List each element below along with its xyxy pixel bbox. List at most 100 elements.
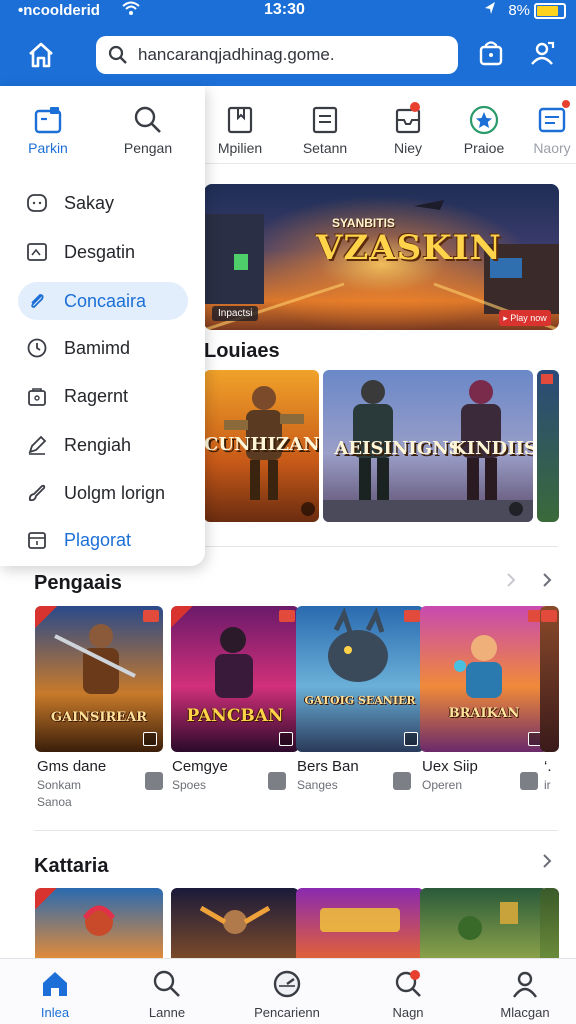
- nav-item-home[interactable]: Inlea: [0, 959, 110, 1024]
- pen-icon: [28, 435, 47, 455]
- dropdown-item-label: Uolgm lorign: [64, 483, 166, 503]
- chevron-right-icon[interactable]: [540, 573, 554, 587]
- dropdown-item-desgatin[interactable]: Desgatin: [18, 233, 188, 271]
- section-title: Kattaria: [34, 855, 109, 877]
- search-icon: [153, 970, 180, 997]
- search-input[interactable]: [138, 42, 438, 68]
- download-button[interactable]: [145, 772, 163, 790]
- dropdown-tab-label: Pengan: [123, 140, 173, 156]
- game-tile[interactable]: PANCBAN: [171, 606, 299, 752]
- hero-title: VZASKIN: [316, 228, 502, 268]
- nav-label: Mlacgan: [500, 1005, 550, 1020]
- game-tile[interactable]: [171, 888, 299, 958]
- info-icon: [509, 502, 523, 516]
- game-art: [328, 607, 388, 682]
- game-genre: ir: [544, 778, 551, 792]
- age-rating-icon: [404, 732, 418, 746]
- dropdown-item-rengiah[interactable]: Rengiah: [18, 426, 188, 464]
- dropdown-item-label: Bamimd: [64, 338, 131, 358]
- category-tab-mpilien[interactable]: Mpilien: [200, 86, 280, 164]
- user-icon: [531, 41, 555, 65]
- game-tile[interactable]: [540, 606, 559, 752]
- dropdown-item-bamimd[interactable]: Bamimd: [18, 329, 188, 367]
- battery-icon: [534, 3, 566, 19]
- bottom-navigation: Inlea Lanne Pencarienn Nagn Mlacgan: [0, 958, 576, 1024]
- game-meta: Bers Ban Sanges: [297, 758, 427, 792]
- home-button[interactable]: [24, 38, 58, 72]
- download-button[interactable]: [268, 772, 286, 790]
- info-icon: [301, 502, 315, 516]
- game-meta: Cemgye Spoes: [172, 758, 302, 792]
- wallet-icon: [34, 107, 62, 134]
- dropdown-item-label: Desgatin: [64, 242, 136, 262]
- dropdown-item-label: Sakay: [64, 193, 115, 213]
- game-art: [454, 635, 502, 698]
- search-icon: [134, 106, 161, 133]
- category-tab-setann[interactable]: Setann: [285, 86, 365, 164]
- game-subgenre: Sanoa: [37, 795, 72, 809]
- account-button[interactable]: [528, 38, 558, 68]
- category-tab-naory[interactable]: Naory: [512, 86, 576, 164]
- clock: 13:30: [264, 1, 305, 18]
- category-tab-niey[interactable]: Niey: [368, 86, 448, 164]
- category-label: Naory: [533, 140, 571, 156]
- nav-label: Nagn: [392, 1005, 424, 1020]
- dropdown-tab-pengan[interactable]: Pengan: [108, 86, 188, 164]
- app-header: •ncoolderid 13:30 8%: [0, 0, 576, 86]
- calendar-icon: [28, 532, 46, 549]
- dropdown-item-label: Concaaira: [64, 291, 147, 311]
- game-name: ‘.: [544, 758, 552, 775]
- dropdown-item-uolgm-lorign[interactable]: Uolgm lorign: [18, 474, 188, 512]
- dropdown-tabs: Parkin Pengan: [0, 86, 205, 166]
- category-label: Mpilien: [217, 140, 263, 156]
- game-tile[interactable]: GAINSIREAR: [35, 606, 163, 752]
- status-bar: •ncoolderid 13:30 8%: [0, 0, 576, 24]
- game-tile[interactable]: BRAIKAN: [420, 606, 548, 752]
- game-logo-text: GATOIG SEANIER: [304, 694, 416, 707]
- hero-banner[interactable]: SYANBITIS VZASKIN Inpactsi ▸ Play now: [204, 184, 559, 330]
- section-title: Pengaais: [34, 572, 122, 594]
- download-button[interactable]: [393, 772, 411, 790]
- bag-icon: [479, 41, 503, 66]
- category-label: Setann: [302, 140, 348, 156]
- dropdown-item-label: Ragernt: [64, 386, 129, 406]
- chevron-right-icon[interactable]: [504, 573, 518, 587]
- search-bar[interactable]: [96, 36, 458, 74]
- featured-card[interactable]: AEISINIGNS KINDIIS: [323, 370, 533, 522]
- dropdown-tab-parkin[interactable]: Parkin: [8, 86, 88, 164]
- dropdown-item-ragernt[interactable]: Ragernt: [18, 377, 188, 415]
- game-logo-text: GAINSIREAR: [50, 710, 148, 725]
- nav-item-gauge[interactable]: Pencarienn: [232, 959, 342, 1024]
- dropdown-item-sakay[interactable]: Sakay: [18, 184, 188, 222]
- dropdown-item-concaaira[interactable]: Concaaira: [18, 282, 188, 320]
- chat-icon: [538, 107, 566, 133]
- download-button[interactable]: [520, 772, 538, 790]
- battery-percent: 8%: [508, 2, 530, 19]
- rating-badge: [541, 610, 557, 622]
- category-dropdown: Parkin Pengan Sakay Desgatin Concaaira B…: [0, 86, 205, 566]
- game-art: [199, 905, 271, 934]
- age-rating-icon: [279, 732, 293, 746]
- game-tile[interactable]: [35, 888, 163, 958]
- ribbon-badge: [171, 606, 193, 628]
- chevron-right-icon[interactable]: [540, 854, 554, 868]
- hero-play-button[interactable]: ▸ Play now: [499, 310, 551, 326]
- game-meta: ‘. ir: [544, 758, 564, 792]
- game-tile[interactable]: [420, 888, 548, 958]
- age-rating-icon: [143, 732, 157, 746]
- nav-item-search[interactable]: Lanne: [112, 959, 222, 1024]
- category-label: Niey: [393, 140, 422, 156]
- cart-button[interactable]: [476, 38, 506, 68]
- nav-item-profile[interactable]: Mlacgan: [470, 959, 576, 1024]
- dropdown-item-plagorat[interactable]: Plagorat: [18, 521, 188, 559]
- dropdown-tab-label: Parkin: [28, 140, 68, 156]
- battery-level: [537, 6, 558, 16]
- featured-card[interactable]: CUNHIZAN: [204, 370, 319, 522]
- game-tile[interactable]: GATOIG SEANIER: [296, 606, 424, 752]
- featured-card[interactable]: [537, 370, 559, 522]
- featured-card-name: CUNHIZAN: [204, 434, 319, 455]
- nav-item-notifications[interactable]: Nagn: [353, 959, 463, 1024]
- game-tile[interactable]: [540, 888, 559, 958]
- rating-badge: [279, 610, 295, 622]
- game-tile[interactable]: [296, 888, 424, 958]
